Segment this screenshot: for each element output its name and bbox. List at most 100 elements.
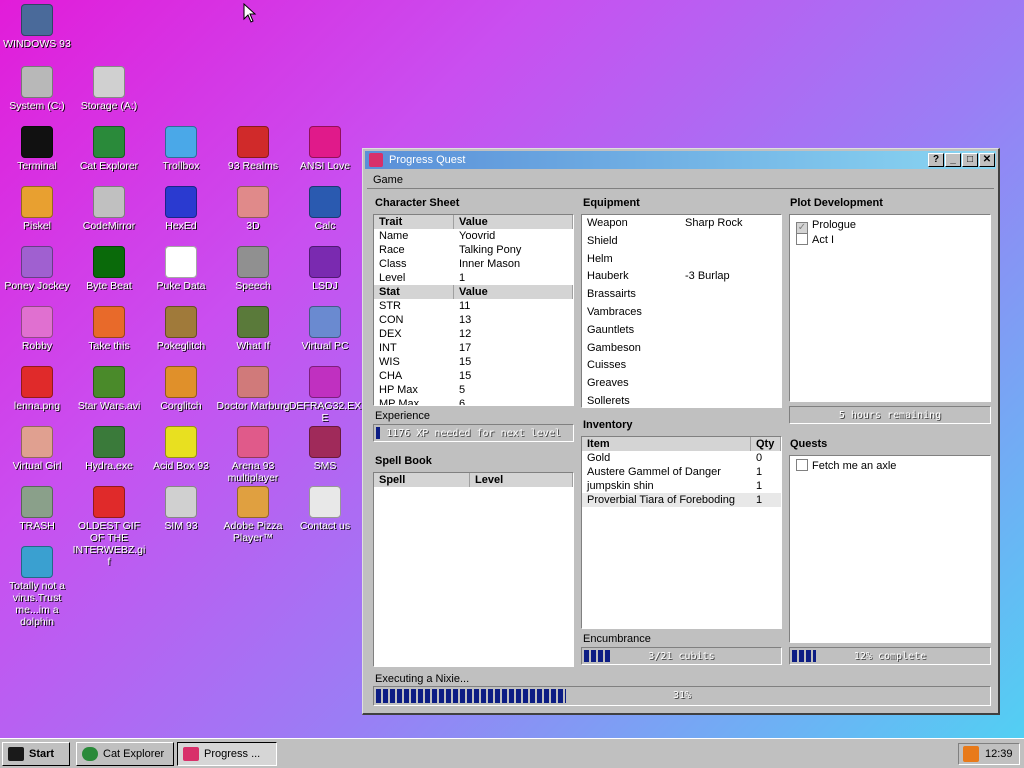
drive-icon [21, 66, 53, 98]
plot-remaining-text: 5 hours remaining [838, 410, 942, 421]
desktop-icon-label: Calc [314, 220, 336, 232]
desktop-icon[interactable]: Robby [0, 306, 74, 352]
desktop-icon[interactable]: Puke Data [144, 246, 218, 292]
inventory-row[interactable]: jumpskin shin 1 [582, 479, 781, 493]
desktop-icon[interactable]: System (C:) [0, 66, 74, 112]
equipment-item: -3 Burlap [685, 270, 730, 283]
cube-icon [165, 186, 197, 218]
taskbar-task-label: Progress ... [204, 748, 261, 760]
plot-act[interactable]: Act I [796, 233, 990, 248]
teapot-icon [237, 186, 269, 218]
desktop-icon[interactable]: LSDJ [288, 246, 362, 292]
inventory-item-qty: 1 [756, 494, 763, 506]
pokeglitch-icon [165, 306, 197, 338]
desktop-icon[interactable]: OLDEST GIF OF THE INTERWEBZ.gif [72, 486, 146, 568]
desktop-icon[interactable]: Corglitch [144, 366, 218, 412]
desktop-icon-label: TRASH [19, 520, 55, 532]
taskbar-cat-explorer[interactable]: Cat Explorer [76, 742, 174, 766]
desktop-icon[interactable]: SIM 93 [144, 486, 218, 532]
desktop-icon[interactable]: HexEd [144, 186, 218, 232]
checkbox[interactable] [796, 459, 808, 471]
desktop-icon-label: SMS [313, 460, 337, 472]
desktop-icon[interactable]: Poney Jockey [0, 246, 74, 292]
desktop-icon[interactable]: Star Wars.avi [72, 366, 146, 412]
desktop-icon[interactable]: Calc [288, 186, 362, 232]
desktop-icon[interactable]: Adobe Pizza Player™ [216, 486, 290, 544]
equipment-slot: Greaves [587, 377, 629, 390]
stat-value-col-header[interactable]: Value [454, 285, 573, 299]
desktop-icon[interactable]: Virtual Girl [0, 426, 74, 472]
plot-act[interactable]: ✓ Prologue [796, 218, 990, 234]
minimize-button[interactable]: _ [945, 153, 961, 167]
taskbar-progress-quest[interactable]: Progress ... [177, 742, 277, 766]
maximize-button[interactable]: □ [962, 153, 978, 167]
system-tray: 12:39 [958, 743, 1020, 765]
rss-icon[interactable] [963, 746, 979, 762]
inventory-row[interactable]: Gold 0 [582, 451, 781, 465]
desktop-icon[interactable]: Contact us [288, 486, 362, 532]
desktop-icon[interactable]: TRASH [0, 486, 74, 532]
close-button[interactable]: ✕ [979, 153, 995, 167]
pony-icon [21, 246, 53, 278]
desktop-icon[interactable]: Doctor Marburg [216, 366, 290, 412]
inventory-row[interactable]: Austere Gammel of Danger 1 [582, 465, 781, 479]
desktop-icon[interactable]: Pokeglitch [144, 306, 218, 352]
start-button[interactable]: Start [2, 742, 70, 766]
qty-col-header[interactable]: Qty [751, 437, 781, 451]
inventory-row[interactable]: Proverbial Tiara of Foreboding 1 [582, 493, 781, 507]
stat-value: 15 [459, 370, 472, 382]
value-col-header[interactable]: Value [454, 215, 573, 229]
stat-row: HP Max 5 [374, 383, 573, 397]
equipment-item [680, 251, 685, 269]
desktop-icon[interactable]: Arena 93 multiplayer [216, 426, 290, 484]
quest-item[interactable]: Fetch me an axle [796, 459, 990, 474]
equipment-slot: Gambeson [587, 341, 641, 354]
desktop-icon[interactable]: What If [216, 306, 290, 352]
desktop-icon[interactable]: Trollbox [144, 126, 218, 172]
stat-name: CHA [379, 370, 403, 382]
desktop-icon[interactable]: Piskel [0, 186, 74, 232]
yoda-icon [93, 366, 125, 398]
desktop-icon[interactable]: Hydra.exe [72, 426, 146, 472]
desktop-icon[interactable]: Terminal [0, 126, 74, 172]
desktop-icon[interactable]: SMS [288, 426, 362, 472]
desktop-icon[interactable]: 3D [216, 186, 290, 232]
spell-col-header[interactable]: Spell [374, 473, 470, 487]
desktop-icon[interactable]: WINDOWS 93 [0, 4, 74, 50]
desktop-icon[interactable]: Virtual PC [288, 306, 362, 352]
palette-icon [21, 186, 53, 218]
equipment-item [680, 286, 685, 304]
help-button[interactable]: ? [928, 153, 944, 167]
equipment-item [680, 322, 685, 340]
equipment-row: Brassairts [582, 286, 781, 304]
desktop-icon-label: What If [236, 340, 270, 352]
inventory-item-name: Proverbial Tiara of Foreboding [587, 494, 735, 506]
stat-name: DEX [379, 328, 402, 340]
desktop-icon[interactable]: Byte Beat [72, 246, 146, 292]
desktop-icon[interactable]: Storage (A:) [72, 66, 146, 112]
desktop-icon[interactable]: Speech [216, 246, 290, 292]
desktop-icon[interactable]: ANSI Love [288, 126, 362, 172]
inventory-list: Gold 0 Austere Gammel of Danger 1 jumpskin s… [582, 451, 781, 507]
trait-col-header[interactable]: Trait [374, 215, 454, 229]
book-icon [165, 486, 197, 518]
desktop-icon[interactable]: DEFRAG32.EXE [288, 366, 362, 424]
desktop-icon-label: Pokeglitch [156, 340, 206, 352]
desktop-icon[interactable]: lenna.png [0, 366, 74, 412]
desktop-icon[interactable]: CodeMirror [72, 186, 146, 232]
desktop-icon-label: LSDJ [312, 280, 338, 292]
stat-col-header[interactable]: Stat [374, 285, 454, 299]
menu-game[interactable]: Game [373, 174, 403, 186]
desktop-icon[interactable]: Cat Explorer [72, 126, 146, 172]
level-col-header[interactable]: Level [470, 473, 573, 487]
window-titlebar[interactable]: Progress Quest ? _ □ ✕ [365, 151, 996, 169]
equipment-row: Shield [582, 233, 781, 251]
desktop-icon[interactable]: Totally not a virus.Trust me...im a dolp… [0, 546, 74, 628]
item-col-header[interactable]: Item [582, 437, 751, 451]
stat-row: INT 17 [374, 341, 573, 355]
desktop-icon[interactable]: Take this [72, 306, 146, 352]
checkbox[interactable] [796, 233, 808, 245]
desktop-icon[interactable]: 93 Realms [216, 126, 290, 172]
plot-remaining-bar: 5 hours remaining [789, 406, 991, 424]
desktop-icon[interactable]: Acid Box 93 [144, 426, 218, 472]
